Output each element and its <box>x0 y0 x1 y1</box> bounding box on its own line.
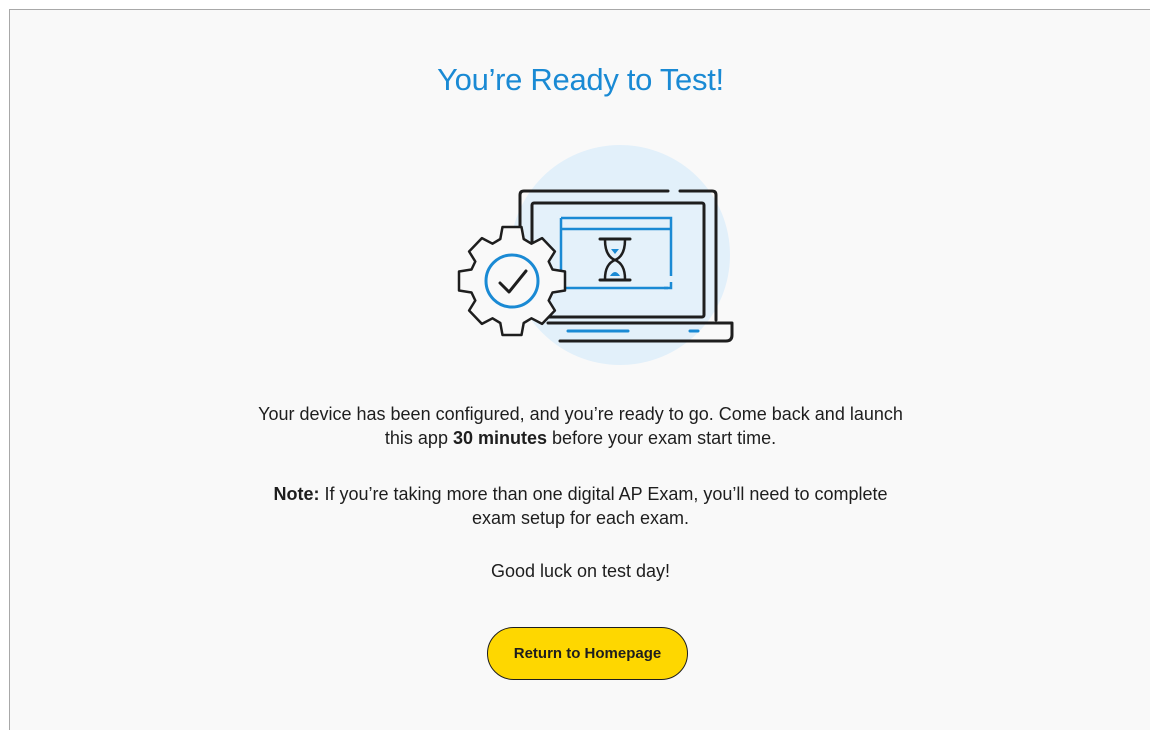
good-luck-message: Good luck on test day! <box>490 561 671 581</box>
configured-text-end: before your exam start time. <box>547 428 777 448</box>
note-text: If you’re taking more than one digital A… <box>319 484 888 528</box>
return-to-homepage-button[interactable]: Return to Homepage <box>487 627 688 680</box>
note-message: Note: If you’re taking more than one dig… <box>10 482 1150 530</box>
note-label: Note: <box>273 484 320 504</box>
ready-illustration <box>457 145 734 365</box>
configured-message: Your device has been configured, and you… <box>10 402 1150 450</box>
page-title: You’re Ready to Test! <box>437 62 724 97</box>
ready-to-test-panel: You’re Ready to Test! Your device has be… <box>9 9 1150 730</box>
time-emphasis: 30 minutes <box>452 428 547 448</box>
